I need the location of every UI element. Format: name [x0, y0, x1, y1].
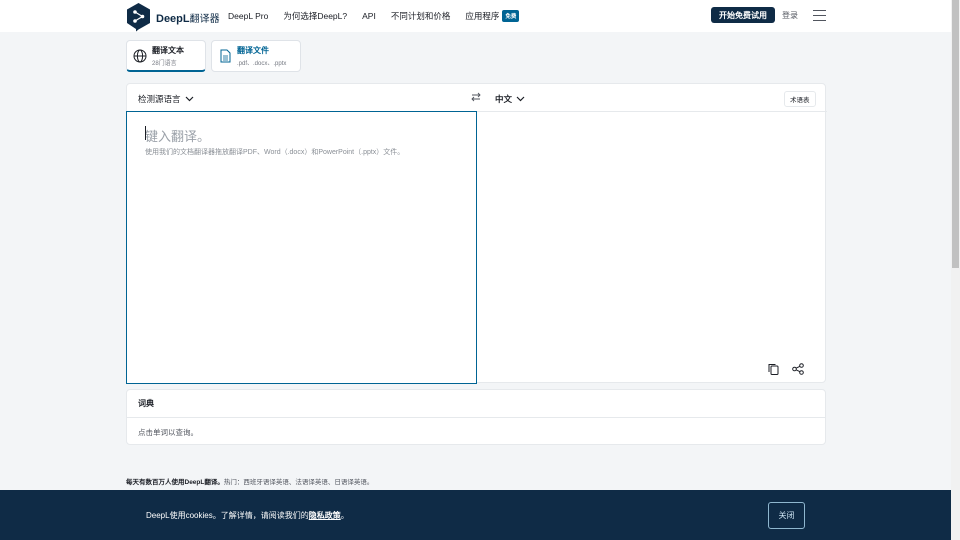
target-text-output[interactable] [477, 112, 825, 382]
free-badge: 免费 [502, 10, 520, 22]
privacy-policy-link[interactable]: 隐私政策 [309, 511, 341, 520]
start-free-trial-button[interactable]: 开始免费试用 [711, 7, 775, 23]
footer-popular[interactable]: 热门：西班牙语译英语、法语译英语、日语译英语。 [224, 479, 374, 486]
main-nav: DeepL Pro 为何选择DeepL? API 不同计划和价格 应用程序 免费 [228, 0, 534, 32]
divider [127, 417, 825, 418]
tab-subtitle: 28门语言 [152, 60, 177, 67]
close-cookie-button[interactable]: 关闭 [768, 502, 805, 529]
tab-translate-files-labels: 翻译文件 .pdf、.docx、.pptx [237, 45, 286, 67]
source-language-selector[interactable]: 检测源语言 [138, 93, 194, 105]
cookie-banner: DeepL使用cookies。了解详情，请阅读我们的隐私政策。 关闭 [0, 490, 951, 540]
scrollbar-thumb[interactable] [952, 0, 959, 268]
tab-title: 翻译文本 [152, 45, 184, 55]
nav-api[interactable]: API [362, 11, 376, 21]
login-link[interactable]: 登录 [782, 10, 798, 21]
deepl-logo-icon [127, 3, 150, 32]
nav-deepl-pro[interactable]: DeepL Pro [228, 11, 268, 21]
language-bar: 检测源语言 中文 术语表 [127, 84, 827, 112]
tab-title: 翻译文件 [237, 46, 269, 55]
nav-apps[interactable]: 应用程序 免费 [465, 10, 520, 22]
translator-panel: 检测源语言 中文 术语表 键入翻译。 使用我们的文档翻译器拖放翻译PDF、Wor… [126, 83, 827, 384]
tab-translate-text[interactable]: 翻译文本 28门语言 [126, 40, 206, 72]
tab-subtitle: .pdf、.docx、.pptx [237, 61, 287, 67]
chevron-down-icon [516, 96, 525, 102]
top-navigation-bar: DeepL翻译器 DeepL Pro 为何选择DeepL? API 不同计划和价… [0, 0, 951, 32]
footer-popular-line: 每天有数百万人使用DeepL翻译。热门：西班牙语译英语、法语译英语、日语译英语。 [126, 476, 373, 486]
cookie-text: DeepL使用cookies。了解详情，请阅读我们的 [146, 511, 309, 520]
dictionary-panel: 词典 点击单词以查询。 [126, 389, 826, 445]
swap-languages-icon[interactable] [471, 92, 481, 102]
source-text-input[interactable]: 键入翻译。 使用我们的文档翻译器拖放翻译PDF、Word（.docx）和Powe… [126, 111, 477, 384]
document-icon [220, 49, 231, 63]
dictionary-title: 词典 [138, 399, 154, 408]
target-language-selector[interactable]: 中文 [495, 93, 525, 105]
target-language-label: 中文 [495, 94, 513, 104]
copy-icon[interactable] [768, 363, 779, 375]
nav-why-deepl[interactable]: 为何选择DeepL? [283, 10, 347, 22]
nav-apps-label: 应用程序 [465, 11, 500, 21]
hamburger-menu-icon[interactable] [813, 10, 826, 21]
source-placeholder: 键入翻译。 [145, 129, 211, 144]
logo-text: DeepL翻译器 [156, 12, 220, 25]
share-icon[interactable] [792, 363, 804, 375]
cookie-message: DeepL使用cookies。了解详情，请阅读我们的隐私政策。 [146, 510, 349, 521]
tab-translate-files[interactable]: 翻译文件 .pdf、.docx、.pptx [211, 40, 301, 72]
cookie-text-end: 。 [340, 511, 349, 520]
glossary-button[interactable]: 术语表 [784, 91, 816, 107]
nav-pricing[interactable]: 不同计划和价格 [391, 10, 451, 22]
chevron-down-icon [185, 96, 193, 102]
footer-lead: 每天有数百万人使用DeepL翻译。 [126, 479, 224, 486]
tab-translate-text-labels: 翻译文本 28门语言 [152, 45, 184, 67]
globe-icon [133, 49, 147, 62]
dictionary-hint: 点击单词以查询。 [138, 428, 198, 437]
deepl-logo[interactable]: DeepL翻译器 [126, 2, 220, 32]
source-language-label: 检测源语言 [138, 94, 181, 104]
document-drop-hint: 使用我们的文档翻译器拖放翻译PDF、Word（.docx）和PowerPoint… [145, 149, 405, 156]
text-cursor [145, 126, 146, 140]
